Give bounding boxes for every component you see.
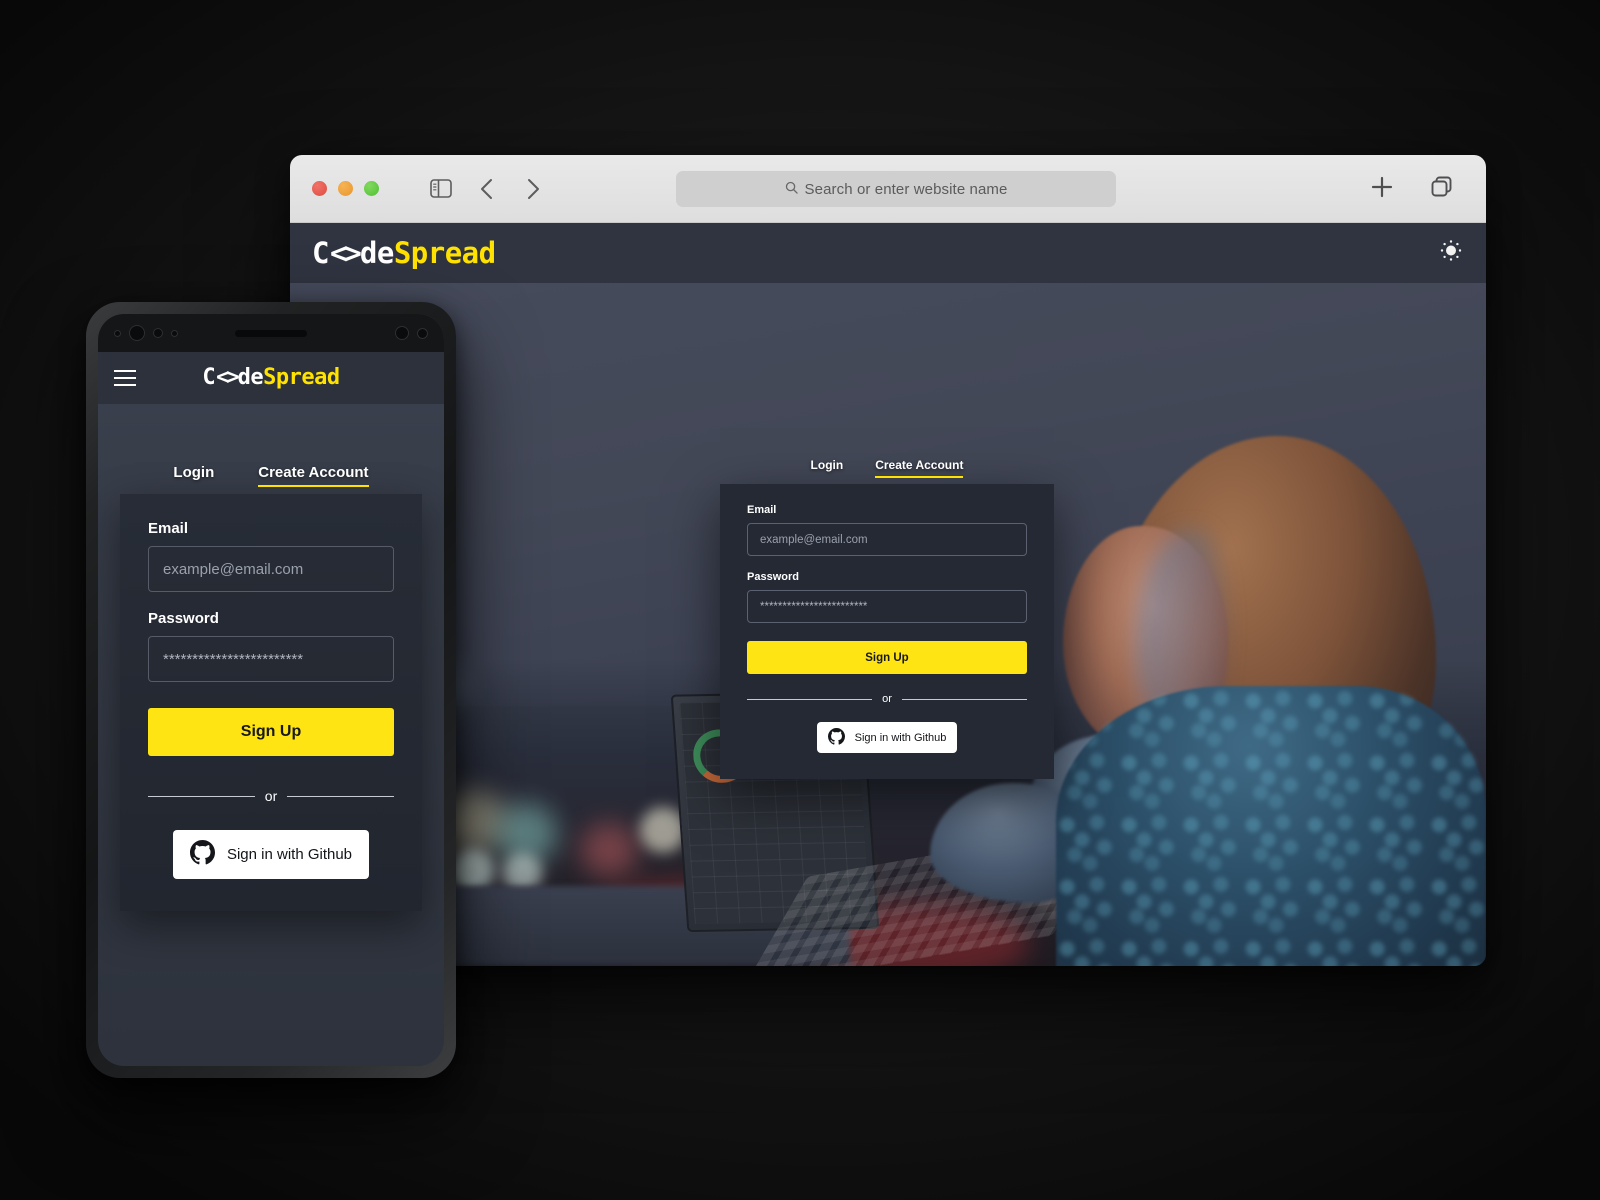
copy-tabs-icon[interactable] [1422, 170, 1462, 204]
window-controls [312, 181, 379, 196]
mobile-brand-logo[interactable]: C <> de Spread [202, 365, 340, 390]
hamburger-icon[interactable] [114, 370, 136, 386]
navigation-controls [421, 172, 553, 206]
github-sign-in-button[interactable]: Sign in with Github [817, 722, 957, 753]
sensor-dot [417, 327, 428, 339]
mobile-password-label: Password [148, 610, 219, 627]
github-icon [189, 840, 215, 869]
mobile-app-body: Login Create Account Email Password Sign… [98, 404, 444, 911]
mobile-app-header: C <> de Spread [98, 352, 444, 404]
search-input[interactable]: Search or enter website name [676, 171, 1116, 207]
site-header: C <> de Spread [290, 223, 1486, 283]
github-icon [827, 727, 845, 748]
mobile-divider-row: or [148, 788, 395, 804]
chevron-right-icon[interactable] [513, 172, 553, 206]
mobile-tab-create-account[interactable]: Create Account [258, 464, 369, 487]
phone-sensor-bar [98, 314, 444, 352]
earpiece-speaker [235, 329, 307, 337]
tab-login[interactable]: Login [811, 458, 844, 478]
sign-up-button[interactable]: Sign Up [747, 641, 1027, 674]
sun-icon[interactable] [1440, 240, 1462, 267]
mobile-sign-up-button[interactable]: Sign Up [148, 708, 394, 756]
tab-create-account[interactable]: Create Account [875, 458, 964, 478]
minimize-window-button[interactable] [338, 181, 353, 196]
logo-mid: de [237, 365, 264, 390]
brand-logo[interactable]: C <> de Spread [312, 235, 496, 270]
logo-mid: de [359, 235, 394, 270]
plus-icon[interactable] [1362, 170, 1402, 204]
close-window-button[interactable] [312, 181, 327, 196]
email-label: Email [747, 504, 777, 516]
email-field[interactable] [747, 523, 1027, 556]
mobile-tab-login[interactable]: Login [173, 464, 214, 487]
sensor-dot [171, 329, 178, 337]
browser-window: Search or enter website name C <> de Spread [290, 155, 1486, 966]
sensor-dot [395, 326, 409, 340]
github-button-label: Sign in with Github [854, 731, 947, 744]
mobile-auth-tabs: Login Create Account [120, 464, 422, 487]
mobile-auth-panel: Login Create Account Email Password Sign… [120, 464, 422, 911]
auth-tabs: Login Create Account [720, 458, 1054, 478]
search-icon [785, 181, 798, 198]
sensor-dot [153, 328, 163, 338]
divider-line-left [148, 795, 255, 797]
divider-line-right [287, 795, 395, 797]
phone-screen: C<>deSpread Login Create Account Email P… [98, 314, 444, 1066]
mobile-github-button-label: Sign in with Github [226, 846, 353, 863]
auth-card: Email Password Sign Up or Sign in with G… [720, 484, 1054, 779]
password-label: Password [747, 571, 799, 583]
toolbar-right-actions [1362, 170, 1462, 204]
mobile-email-field[interactable] [148, 546, 394, 592]
browser-toolbar: Search or enter website name [290, 155, 1486, 223]
logo-suffix: Spread [263, 365, 340, 390]
maximize-window-button[interactable] [364, 181, 379, 196]
mobile-github-sign-in-button[interactable]: Sign in with Github [173, 830, 369, 879]
sensor-dot [114, 329, 121, 337]
chevron-left-icon[interactable] [467, 172, 507, 206]
divider-line-right [901, 698, 1027, 700]
mobile-auth-card: Email Password Sign Up or [120, 494, 422, 911]
mobile-email-label: Email [148, 520, 189, 537]
mobile-password-field[interactable] [148, 636, 394, 682]
sidebar-icon[interactable] [421, 172, 461, 206]
password-field[interactable] [747, 590, 1027, 623]
search-placeholder: Search or enter website name [804, 180, 1008, 198]
phone-device: C<>deSpread Login Create Account Email P… [86, 302, 456, 1078]
logo-prefix: C [312, 235, 329, 270]
divider-row: or [747, 693, 1027, 705]
mobile-divider-label: or [264, 788, 278, 804]
desktop-auth-panel: Login Create Account Email Password Sign… [720, 458, 1054, 779]
logo-prefix: C [202, 365, 216, 390]
logo-suffix: Spread [393, 235, 496, 270]
logo-brackets: <> [329, 235, 362, 270]
logo-brackets: <> [216, 365, 239, 390]
front-camera-icon [129, 325, 145, 341]
divider-label: or [882, 693, 892, 705]
divider-line-left [747, 698, 873, 700]
